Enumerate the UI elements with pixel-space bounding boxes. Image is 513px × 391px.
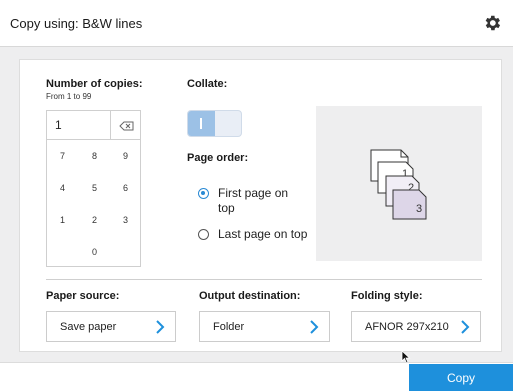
folding-style-label: Folding style: (351, 290, 423, 302)
copies-range-hint: From 1 to 99 (46, 92, 92, 101)
page-order-preview: 1 2 3 (316, 106, 482, 261)
option-first-page-on-top[interactable]: First page on top (218, 186, 308, 216)
key-0[interactable]: 0 (47, 236, 142, 267)
paper-source-button[interactable]: Save paper (46, 311, 176, 342)
folding-style-button[interactable]: AFNOR 297x210 (351, 311, 481, 342)
header-bar: Copy using: B&W lines (0, 0, 513, 47)
backspace-icon (119, 121, 134, 131)
copy-button[interactable]: Copy (409, 364, 513, 391)
collate-label: Collate: (187, 78, 228, 90)
option-last-page-on-top[interactable]: Last page on top (218, 227, 308, 242)
page-title: Copy using: B&W lines (10, 16, 143, 31)
key-4[interactable]: 4 (47, 172, 78, 203)
key-7[interactable]: 7 (47, 140, 78, 171)
toggle-on-indicator (200, 118, 202, 129)
key-6[interactable]: 6 (110, 172, 141, 203)
copies-keypad: 7 8 9 4 5 6 1 2 3 0 (46, 140, 141, 267)
key-8[interactable]: 8 (79, 140, 110, 171)
folding-style-value: AFNOR 297x210 (365, 321, 449, 333)
page-order-label: Page order: (187, 152, 249, 164)
radio-last-page-on-top[interactable] (198, 229, 209, 240)
chevron-right-icon (310, 320, 319, 334)
key-5[interactable]: 5 (79, 172, 110, 203)
collate-toggle[interactable] (187, 110, 242, 137)
paper-source-value: Save paper (60, 321, 117, 333)
section-divider (46, 279, 482, 280)
key-1[interactable]: 1 (47, 204, 78, 235)
backspace-button[interactable] (111, 110, 141, 140)
chevron-right-icon (461, 320, 470, 334)
copies-label: Number of copies: (46, 78, 143, 90)
output-destination-label: Output destination: (199, 290, 301, 302)
key-3[interactable]: 3 (110, 204, 141, 235)
paper-source-label: Paper source: (46, 290, 120, 302)
output-destination-value: Folder (213, 321, 245, 333)
preview-page-3: 3 (416, 203, 422, 215)
radio-first-page-on-top[interactable] (198, 188, 209, 199)
key-9[interactable]: 9 (110, 140, 141, 171)
gear-icon[interactable] (482, 13, 502, 33)
chevron-right-icon (156, 320, 165, 334)
key-2[interactable]: 2 (79, 204, 110, 235)
stacked-pages-illustration: 1 2 3 (370, 149, 427, 220)
output-destination-button[interactable]: Folder (199, 311, 330, 342)
copies-input[interactable]: 1 (46, 110, 111, 140)
